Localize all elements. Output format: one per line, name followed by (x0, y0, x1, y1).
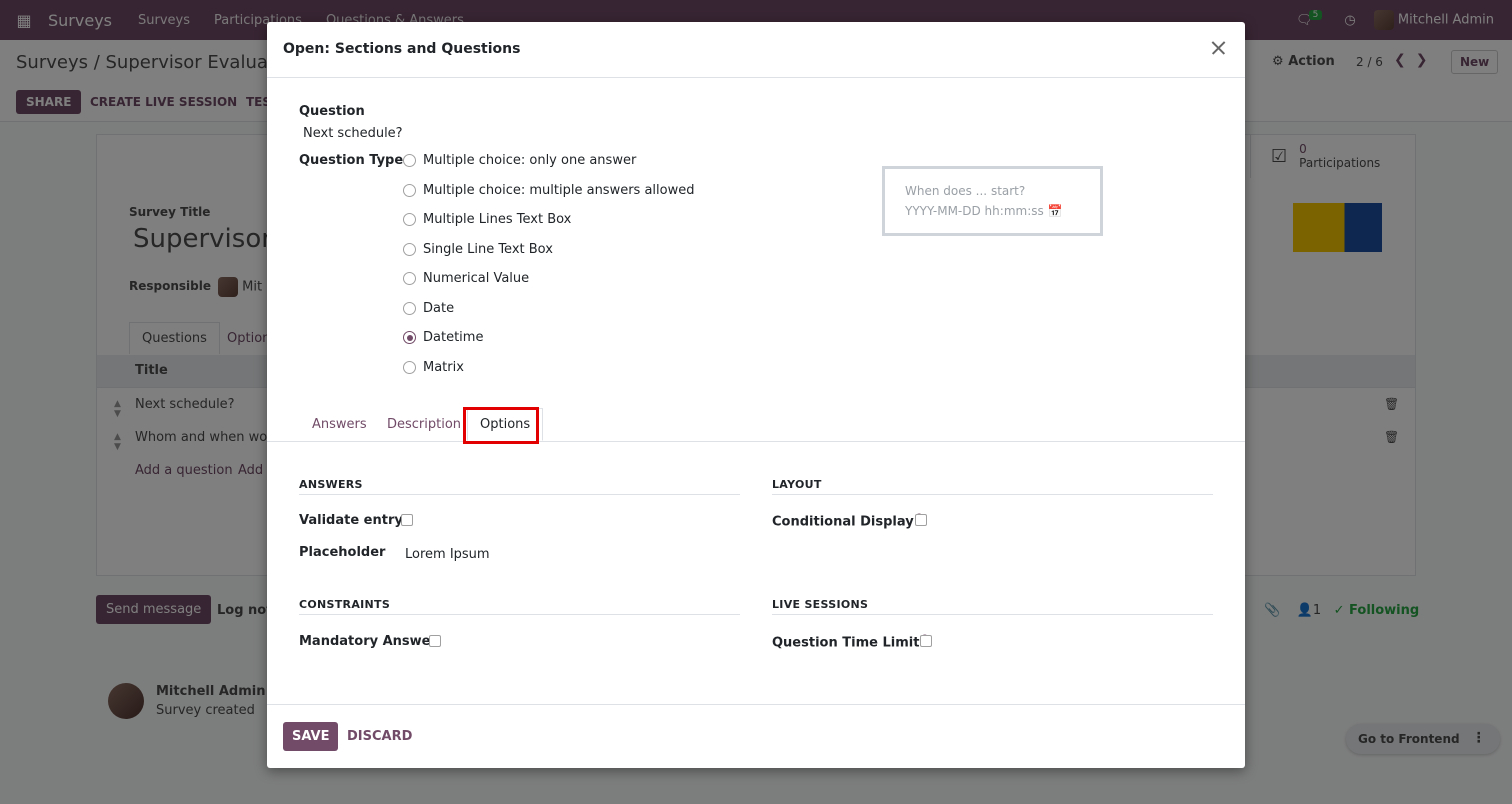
radio-label: Date (423, 301, 455, 316)
tab-options[interactable]: Options (467, 408, 544, 441)
radio-button[interactable] (403, 361, 416, 374)
preview-placeholder-text: YYYY-MM-DD hh:mm:ss (905, 204, 1044, 218)
sections-questions-dialog: Open: Sections and Questions Question Ne… (267, 22, 1245, 768)
validate-entry-checkbox[interactable] (401, 514, 413, 526)
radio-char-box[interactable]: Single Line Text Box (403, 242, 553, 257)
radio-label: Single Line Text Box (423, 242, 553, 257)
section-answers: ANSWERS (299, 478, 740, 495)
save-button[interactable]: SAVE (283, 722, 339, 751)
radio-button[interactable] (403, 302, 416, 315)
conditional-display-text: Conditional Display (772, 514, 914, 530)
tab-description[interactable]: Description (387, 417, 461, 432)
radio-button[interactable] (403, 184, 416, 197)
radio-label: Numerical Value (423, 271, 530, 286)
section-live-sessions: LIVE SESSIONS (772, 598, 1213, 615)
question-time-limit-text: Question Time Limit (772, 635, 920, 651)
section-layout: LAYOUT (772, 478, 1213, 495)
radio-text-box[interactable]: Multiple Lines Text Box (403, 212, 571, 227)
calendar-icon: 📅 (1047, 204, 1063, 218)
notebook-tabs: Answers Description Options (267, 406, 1245, 442)
modal-header: Open: Sections and Questions (267, 22, 1245, 78)
validate-entry-label: Validate entry (299, 513, 403, 528)
radio-button[interactable] (403, 272, 416, 285)
radio-button[interactable] (403, 243, 416, 256)
radio-date[interactable]: Date (403, 301, 454, 316)
preview-question-text: When does ... start? (905, 184, 1026, 198)
discard-button[interactable]: DISCARD (347, 729, 412, 744)
question-time-limit-label: Question Time Limit? (772, 634, 928, 650)
placeholder-input[interactable]: Lorem Ipsum (405, 547, 490, 562)
radio-matrix[interactable]: Matrix (403, 360, 464, 375)
modal-title: Open: Sections and Questions (283, 41, 521, 57)
radio-button[interactable] (403, 213, 416, 226)
question-label: Question (299, 104, 365, 119)
radio-datetime[interactable]: Datetime (403, 330, 483, 345)
radio-simple-choice[interactable]: Multiple choice: only one answer (403, 153, 636, 168)
conditional-display-checkbox[interactable] (915, 514, 927, 526)
radio-label: Multiple choice: only one answer (423, 153, 637, 168)
radio-label: Matrix (423, 360, 464, 375)
preview-placeholder: YYYY-MM-DD hh:mm:ss 📅 (905, 201, 1080, 221)
question-input[interactable]: Next schedule? (303, 126, 403, 141)
placeholder-label: Placeholder (299, 545, 386, 560)
mandatory-answer-label: Mandatory Answer (299, 634, 437, 649)
question-preview: When does ... start? YYYY-MM-DD hh:mm:ss… (882, 166, 1103, 236)
mandatory-answer-checkbox[interactable] (429, 635, 441, 647)
radio-multiple-choice[interactable]: Multiple choice: multiple answers allowe… (403, 183, 694, 198)
modal-footer: SAVE DISCARD (267, 704, 1245, 768)
radio-button-selected[interactable] (403, 331, 416, 344)
question-type-label: Question Type (299, 153, 404, 168)
close-icon[interactable] (1207, 36, 1231, 60)
tab-answers[interactable]: Answers (312, 417, 367, 432)
radio-label: Multiple choice: multiple answers allowe… (423, 183, 695, 198)
section-constraints: CONSTRAINTS (299, 598, 740, 615)
radio-numerical-box[interactable]: Numerical Value (403, 271, 529, 286)
radio-button[interactable] (403, 154, 416, 167)
conditional-display-label: Conditional Display? (772, 513, 922, 529)
question-time-limit-checkbox[interactable] (920, 635, 932, 647)
radio-label: Multiple Lines Text Box (423, 212, 572, 227)
radio-label: Datetime (423, 330, 484, 345)
